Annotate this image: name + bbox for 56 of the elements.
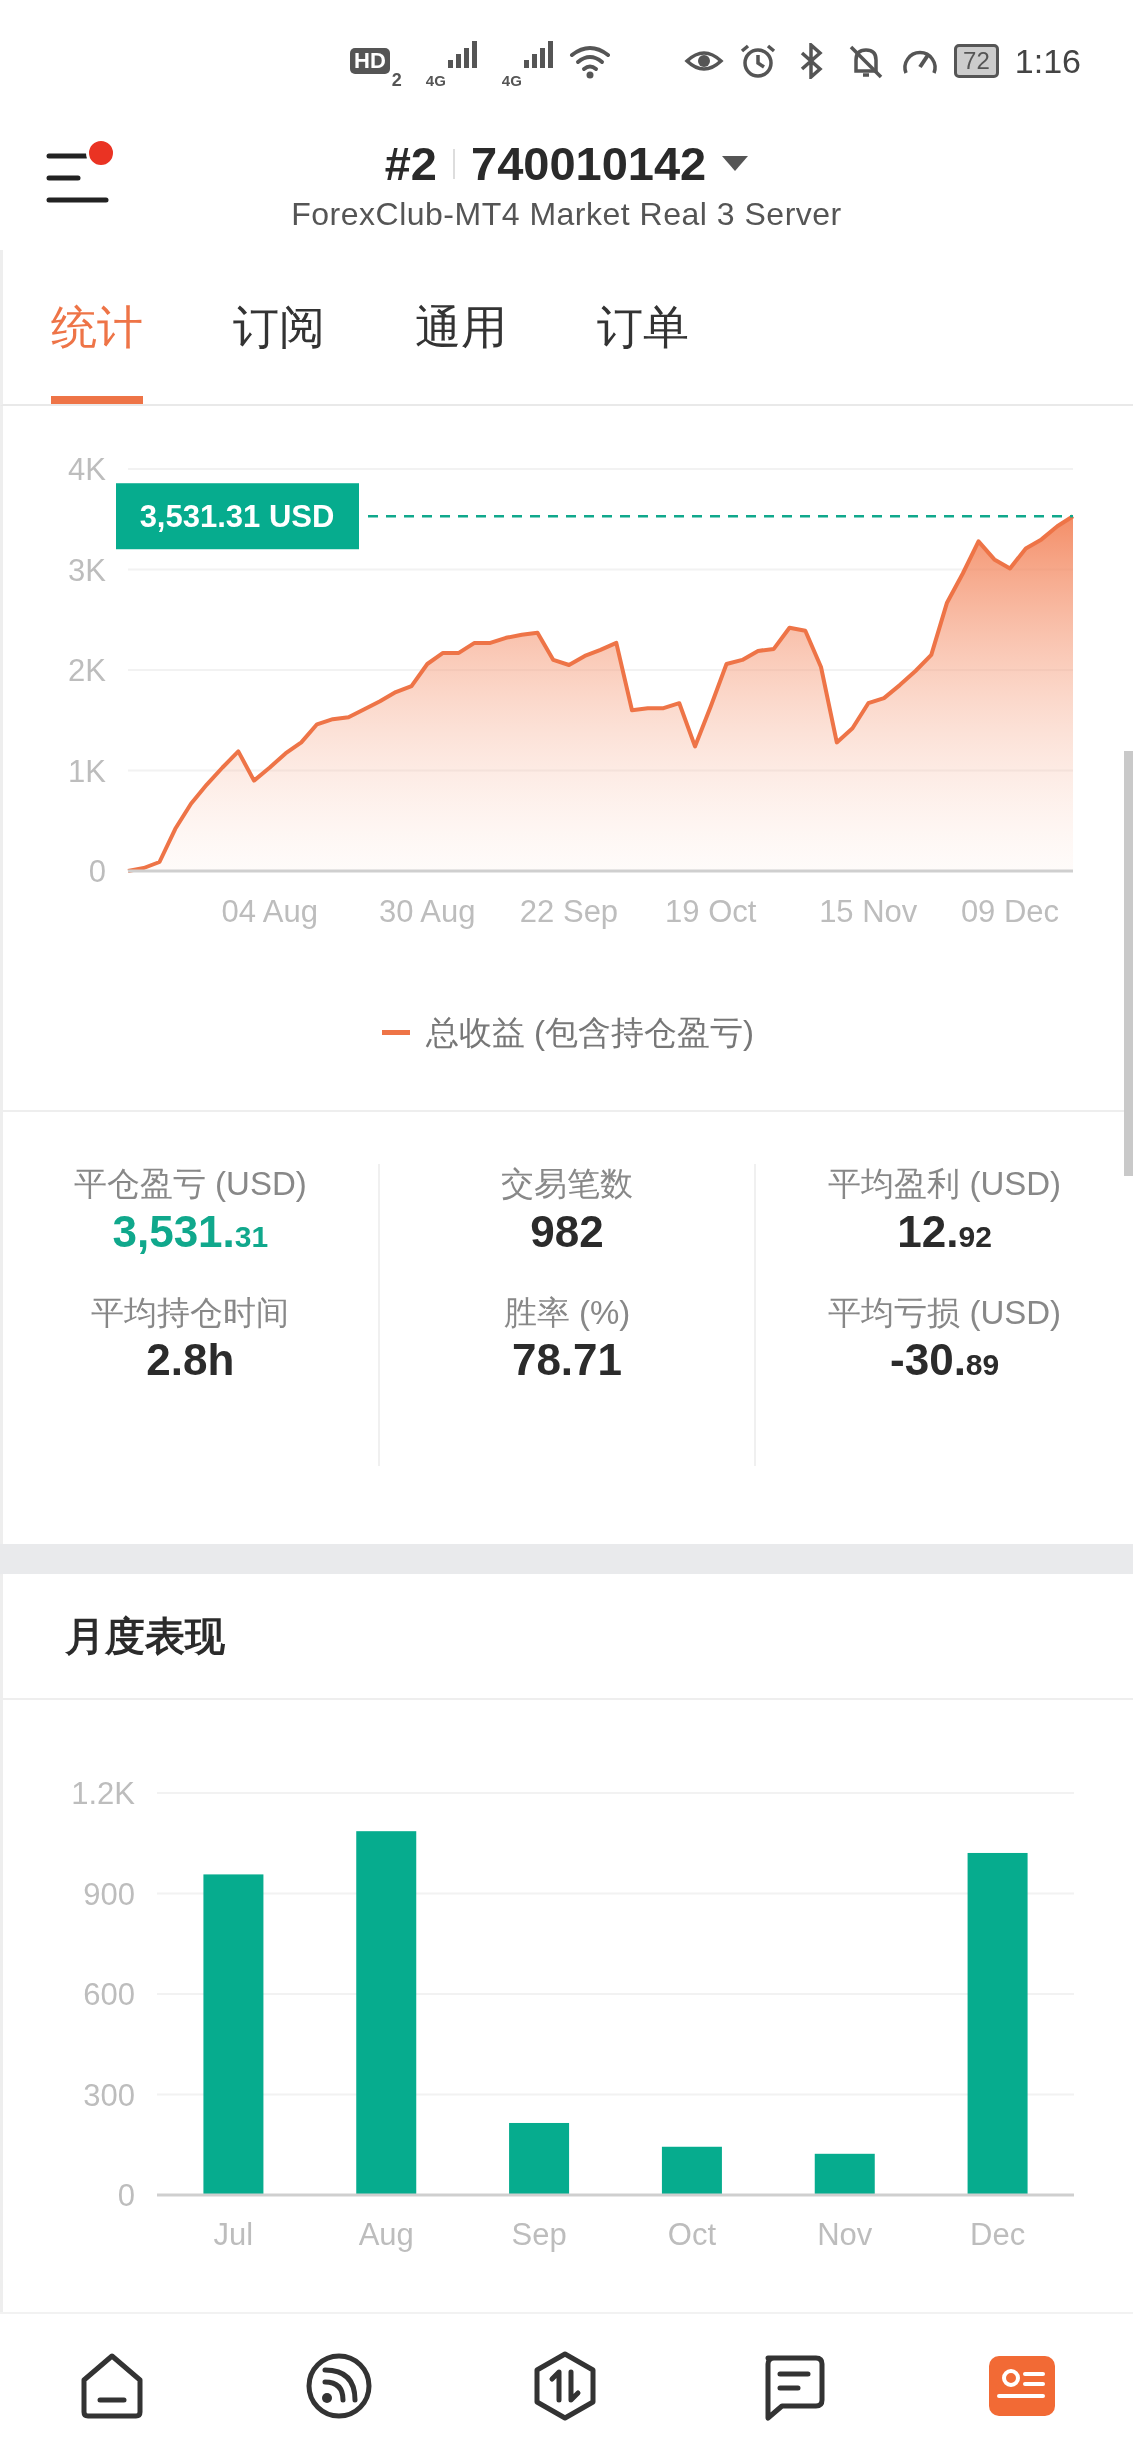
bar: [814, 2153, 875, 2195]
axis-label: Nov: [817, 2217, 873, 2252]
stat-label: 交易笔数: [501, 1164, 633, 1204]
stat-label: 平仓盈亏 (USD): [73, 1164, 307, 1204]
axis-label: 19 Oct: [665, 894, 757, 929]
axis-label: 22 Sep: [519, 894, 619, 929]
caret-icon[interactable]: [722, 155, 749, 172]
clock: 1:16: [1014, 40, 1081, 82]
network-type: 4G: [501, 70, 522, 91]
axis-label: 600: [83, 1977, 135, 2012]
axis-label: 900: [83, 1876, 135, 1912]
stat-label: 平均持仓时间: [91, 1292, 290, 1333]
stat-value: 982: [530, 1205, 604, 1258]
stat-value: 12.92: [897, 1205, 992, 1258]
legend-swatch: [381, 1030, 410, 1036]
hd-indicator: HD: [350, 47, 390, 75]
scrollbar[interactable]: [1124, 751, 1133, 1176]
bar: [661, 2146, 722, 2195]
tab[interactable]: 订单: [597, 250, 689, 404]
axis-label: 1.2K: [71, 1776, 135, 1811]
axis-label: Sep: [511, 2217, 567, 2252]
sim-number: 2: [391, 69, 402, 92]
stat-label: 胜率 (%): [503, 1292, 631, 1333]
server-name: ForexClub-MT4 Market Real 3 Server: [291, 194, 842, 234]
axis-label: 0: [117, 2178, 135, 2213]
stat-value: 2.8h: [146, 1334, 235, 1387]
axis-label: 04 Aug: [221, 894, 318, 929]
axis-label: 3K: [68, 552, 106, 588]
axis-label: 300: [83, 2077, 135, 2113]
legend-label: 总收益 (包含持仓盈亏): [425, 1013, 755, 1053]
stat-value: 78.71: [511, 1334, 623, 1387]
stat-label: 平均亏损 (USD): [828, 1292, 1062, 1333]
axis-label: Jul: [213, 2217, 254, 2252]
stat-label: 平均盈利 (USD): [828, 1164, 1062, 1204]
account-index: #2: [384, 138, 437, 190]
section-title: 月度表现: [65, 1613, 225, 1660]
network-type: 4G: [425, 70, 446, 91]
stat-value: -30.89: [890, 1334, 1000, 1387]
axis-label: 1K: [68, 753, 106, 789]
stat-value: 3,531.31: [112, 1205, 269, 1258]
axis-label: 0: [88, 854, 106, 889]
axis-label: 30 Aug: [379, 894, 476, 929]
axis-label: 15 Nov: [819, 894, 918, 929]
tab[interactable]: 订阅: [233, 250, 325, 404]
axis-label: Dec: [970, 2217, 1026, 2252]
axis-label: 09 Dec: [960, 894, 1060, 929]
current-value: 3,531.31 USD: [139, 499, 335, 535]
account-number[interactable]: 740010142: [471, 138, 707, 190]
wifi-icon: [567, 43, 612, 79]
axis-label: Oct: [667, 2217, 717, 2252]
bar: [509, 2123, 570, 2195]
axis-label: 4K: [68, 452, 106, 487]
battery-level: 72: [954, 44, 999, 78]
axis-label: 2K: [68, 653, 106, 688]
tab[interactable]: 通用: [415, 250, 507, 404]
axis-label: Aug: [358, 2217, 414, 2252]
